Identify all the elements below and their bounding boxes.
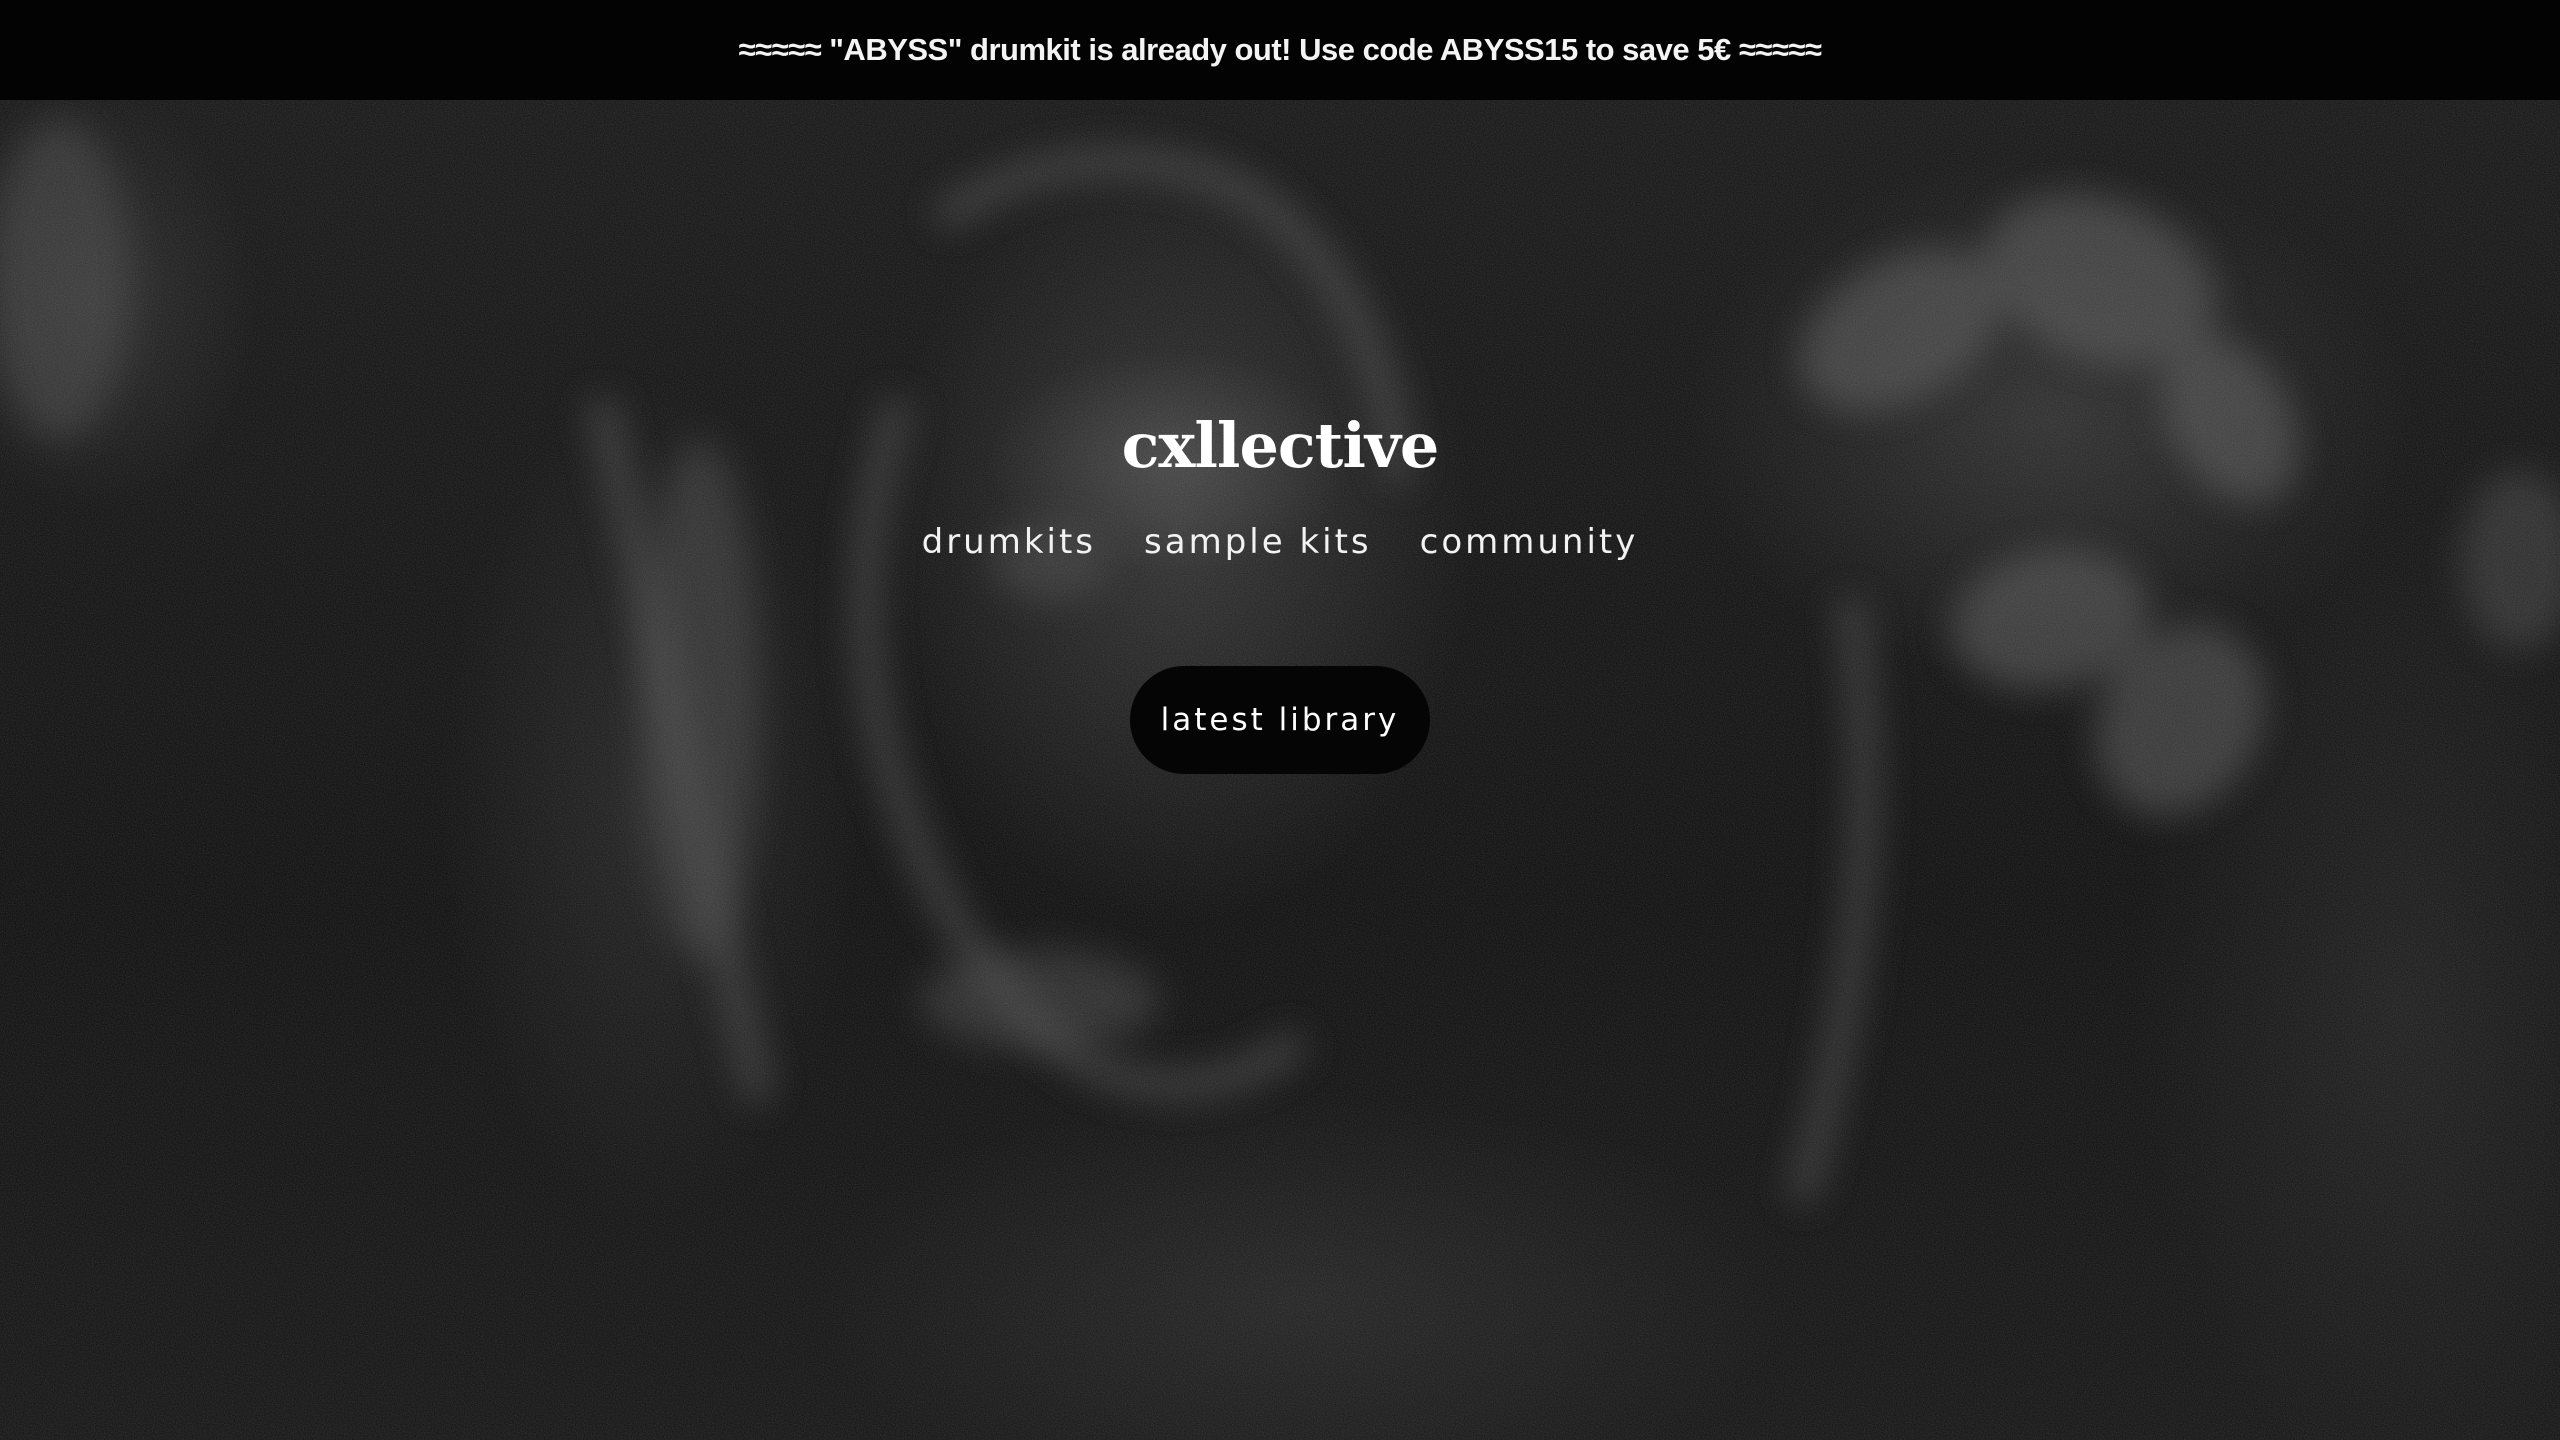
nav-link-drumkits[interactable]: drumkits — [922, 522, 1096, 562]
brand-logo-title[interactable]: cxllective — [0, 415, 2560, 477]
announcement-text: ≈≈≈≈≈ "ABYSS" drumkit is already out! Us… — [738, 32, 1822, 67]
cta-container: latest library — [0, 666, 2560, 774]
nav-link-community[interactable]: community — [1420, 522, 1639, 562]
hero-section: cxllective drumkits sample kits communit… — [0, 100, 2560, 1440]
hero-content: cxllective drumkits sample kits communit… — [0, 100, 2560, 1440]
announcement-bar: ≈≈≈≈≈ "ABYSS" drumkit is already out! Us… — [0, 0, 2560, 100]
nav-link-sample-kits[interactable]: sample kits — [1144, 522, 1372, 562]
main-navigation: drumkits sample kits community — [0, 522, 2560, 562]
latest-library-button[interactable]: latest library — [1130, 666, 1430, 774]
